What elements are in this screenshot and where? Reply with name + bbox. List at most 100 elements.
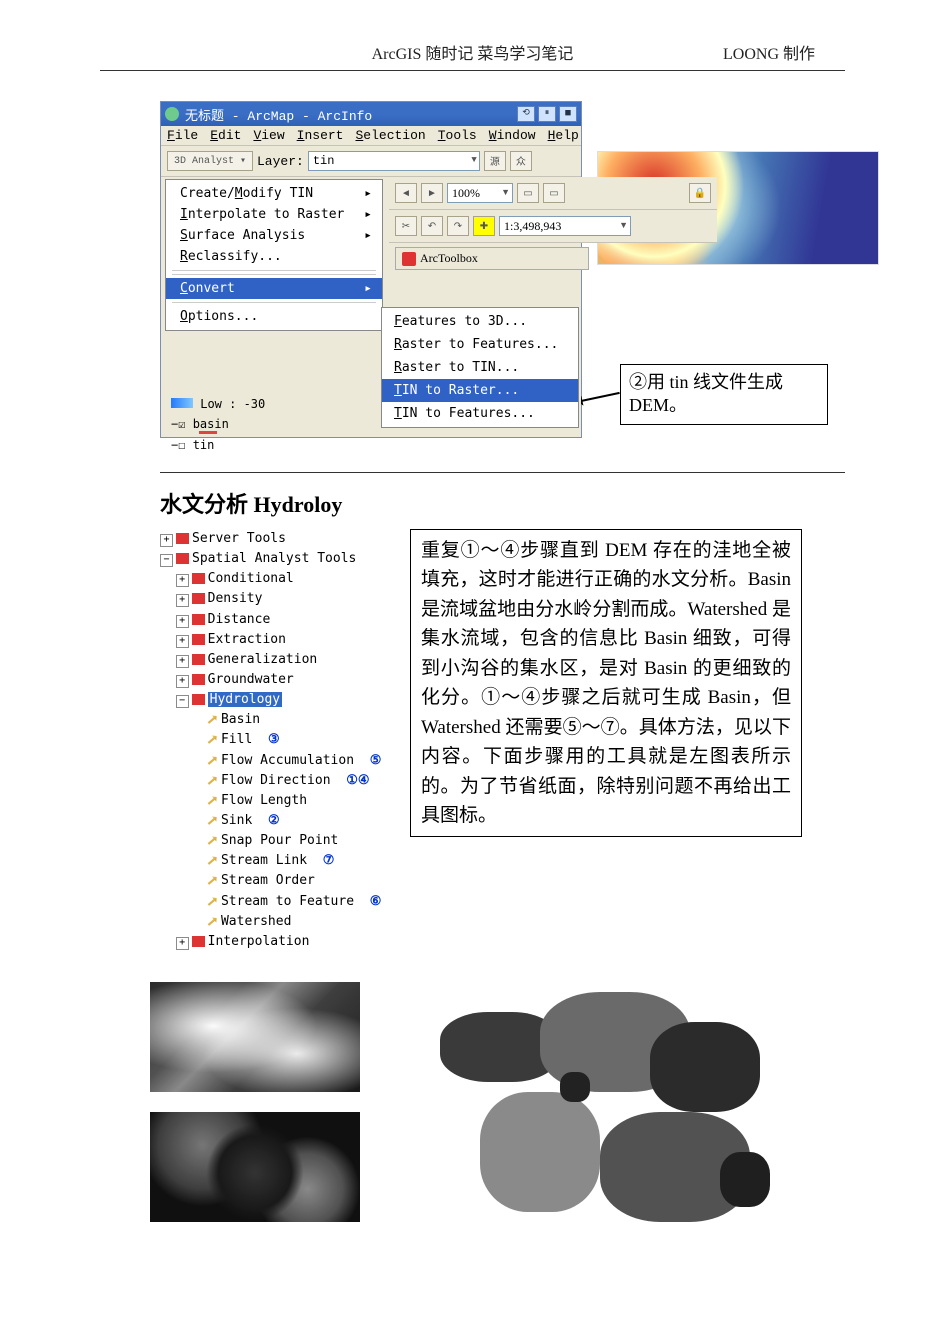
expand-icon[interactable]: +: [176, 615, 189, 628]
tool-stream-to-feature[interactable]: Stream to Feature: [221, 894, 354, 909]
basin-patch: [650, 1022, 760, 1112]
page-header: ArcGIS 随时记 菜鸟学习笔记 LOONG 制作: [0, 0, 945, 68]
tool-flow-accumulation[interactable]: Flow Accumulation: [221, 753, 354, 768]
submenu-item[interactable]: Raster to Features...: [382, 333, 578, 356]
menu-item-create-modify-tin[interactable]: Create/Modify TIN▸: [166, 183, 382, 204]
menu-item[interactable]: View: [253, 128, 284, 143]
layer-combo[interactable]: tin: [308, 151, 480, 171]
tool-watershed[interactable]: Watershed: [221, 914, 291, 929]
gray-relief-thumbnail: [150, 1112, 360, 1222]
step-marker: ①④: [346, 773, 369, 788]
expand-icon[interactable]: −: [160, 554, 173, 567]
arcmap-window: 无标题 - ArcMap - ArcInfo ⟲ ⏸ ■ File Edit Vie…: [160, 101, 582, 438]
menu-item[interactable]: Tools: [438, 128, 477, 143]
pause-button[interactable]: ⏸: [538, 106, 556, 122]
arcmap-screenshot: ②用 tin 线文件生成 DEM。 无标题 - ArcMap - ArcInfo…: [160, 101, 880, 438]
toolbox-icon: [192, 674, 205, 685]
expand-icon[interactable]: +: [176, 635, 189, 648]
layers-icon-2[interactable]: 众: [510, 151, 532, 171]
convert-submenu[interactable]: Features to 3D...Raster to Features...Ra…: [381, 307, 579, 428]
table-of-contents[interactable]: Low : -30 −☑ basin −☐ tin: [171, 397, 371, 452]
add-data-icon[interactable]: ✚: [473, 216, 495, 236]
expand-icon[interactable]: +: [160, 534, 173, 547]
tool-stream-order[interactable]: Stream Order: [221, 873, 315, 888]
collapse-icon[interactable]: −: [171, 417, 178, 431]
menu-item-reclassify-[interactable]: Reclassify...: [166, 246, 382, 267]
scale-combo[interactable]: 1:3,498,943: [499, 216, 631, 236]
redo-icon[interactable]: ↷: [447, 216, 469, 236]
basin-patch: [480, 1092, 600, 1212]
menu-item-surface-analysis[interactable]: Surface Analysis▸: [166, 225, 382, 246]
menu-item[interactable]: Help: [548, 128, 579, 143]
layer-tin[interactable]: tin: [193, 438, 215, 452]
tool-basin[interactable]: Basin: [221, 712, 260, 727]
tool-icon[interactable]: ▭: [517, 183, 539, 203]
window-titlebar[interactable]: 无标题 - ArcMap - ArcInfo ⟲ ⏸ ■: [161, 102, 581, 126]
layers-icon[interactable]: 源: [484, 151, 506, 171]
menu-item[interactable]: Window: [489, 128, 536, 143]
expand-icon[interactable]: +: [176, 655, 189, 668]
menu-item[interactable]: Insert: [297, 128, 344, 143]
nav-forward-button[interactable]: ►: [421, 183, 443, 203]
submenu-item[interactable]: TIN to Features...: [382, 402, 578, 425]
submenu-item[interactable]: TIN to Raster...: [382, 379, 578, 402]
tool-stream-link[interactable]: Stream Link: [221, 853, 307, 868]
menu-item-options-[interactable]: Options...: [166, 306, 382, 327]
undo-icon[interactable]: ↶: [421, 216, 443, 236]
menubar[interactable]: File Edit View Insert Selection Tools Window He…: [161, 126, 581, 146]
arctoolbox-label: ArcToolbox: [420, 251, 478, 266]
header-right: LOONG 制作: [723, 40, 815, 64]
tool-snap-pour-point[interactable]: Snap Pour Point: [221, 833, 338, 848]
callout-arrow: [580, 392, 620, 402]
3d-analyst-dropdown[interactable]: 3D Analyst ▾: [167, 151, 253, 171]
expand-icon[interactable]: +: [176, 574, 189, 587]
layer-basin[interactable]: basin: [193, 417, 229, 431]
layer-label: Layer:: [257, 154, 304, 169]
collapse-icon[interactable]: −: [171, 438, 178, 452]
3d-analyst-menu[interactable]: Create/Modify TIN▸Interpolate to Raster▸…: [165, 179, 383, 331]
zoom-combo[interactable]: 100%: [447, 183, 513, 203]
app-icon: [165, 107, 179, 121]
arctoolbox-header[interactable]: ArcToolbox: [395, 247, 589, 270]
toolbar-3danalyst[interactable]: 3D Analyst ▾ Layer: tin 源 众: [161, 146, 581, 177]
tree-node-hydrology[interactable]: Hydrology: [208, 692, 282, 707]
expand-icon[interactable]: −: [176, 695, 189, 708]
gray-dem-thumbnail: [150, 982, 360, 1092]
tool-sink[interactable]: Sink: [221, 813, 252, 828]
header-left: ArcGIS 随时记 菜鸟学习笔记: [372, 46, 574, 63]
tool-icon: [205, 833, 220, 848]
toolbox-icon: [192, 573, 205, 584]
right-toolbars: ◄ ► 100% ▭ ▭ 🔒 ✂ ↶ ↷ ✚ 1:3,498,943: [389, 177, 717, 270]
step-marker: ③: [268, 732, 280, 747]
playback-button[interactable]: ⟲: [517, 106, 535, 122]
tool-flow-length[interactable]: Flow Length: [221, 793, 307, 808]
toolbox-icon: [192, 694, 205, 705]
expand-icon[interactable]: +: [176, 594, 189, 607]
tool-icon-2[interactable]: ▭: [543, 183, 565, 203]
tool-flow-direction[interactable]: Flow Direction: [221, 773, 331, 788]
expand-icon[interactable]: +: [176, 675, 189, 688]
menu-item[interactable]: Selection: [355, 128, 425, 143]
lock-icon[interactable]: 🔒: [689, 183, 711, 203]
menu-item[interactable]: File: [167, 128, 198, 143]
cut-icon[interactable]: ✂: [395, 216, 417, 236]
nav-back-button[interactable]: ◄: [395, 183, 417, 203]
explanation-box: 重复①～④步骤直到 DEM 存在的洼地全被填充，这时才能进行正确的水文分析。Ba…: [410, 529, 802, 837]
menu-item[interactable]: Edit: [210, 128, 241, 143]
tool-icon: [205, 813, 220, 828]
stop-button[interactable]: ■: [559, 106, 577, 122]
step-marker: ⑥: [370, 894, 382, 909]
low-label: Low : -30: [200, 397, 265, 411]
tool-icon: [205, 732, 220, 747]
window-title: 无标题 - ArcMap - ArcInfo: [185, 105, 372, 124]
tool-icon: [205, 853, 220, 868]
tool-icon: [205, 712, 220, 727]
expand-icon[interactable]: +: [176, 937, 189, 950]
submenu-item[interactable]: Features to 3D...: [382, 310, 578, 333]
submenu-item[interactable]: Raster to TIN...: [382, 356, 578, 379]
menu-item-convert[interactable]: Convert▸: [166, 278, 382, 299]
menu-item-interpolate-to-raster[interactable]: Interpolate to Raster▸: [166, 204, 382, 225]
tool-fill[interactable]: Fill: [221, 732, 252, 747]
arctoolbox-tree[interactable]: +Server Tools−Spatial Analyst Tools +Con…: [160, 529, 390, 952]
step-marker: ⑤: [370, 753, 382, 768]
